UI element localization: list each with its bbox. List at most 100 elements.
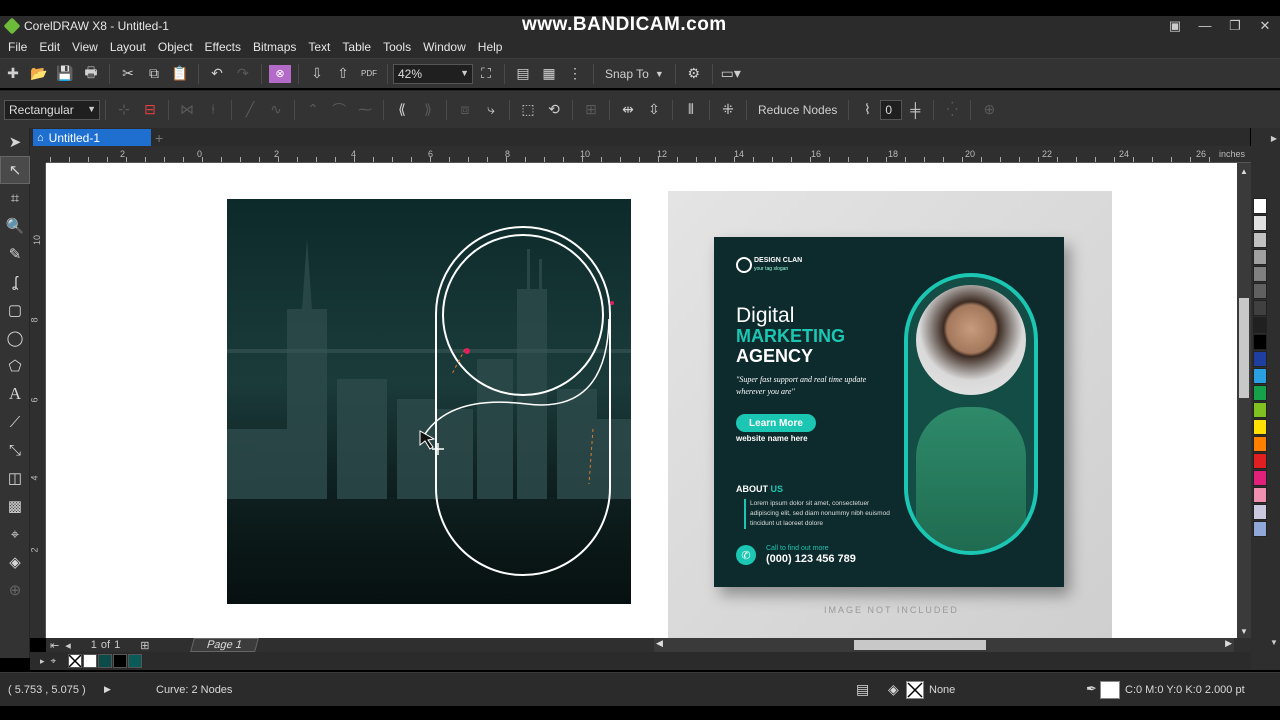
add-tool-icon[interactable]: ⊕: [0, 576, 30, 604]
undo-icon[interactable]: ↶: [206, 63, 228, 85]
previous-page-icon[interactable]: ◂: [65, 639, 71, 652]
curve-smoothness-icon[interactable]: ⌇: [856, 99, 878, 121]
align-nodes-icon[interactable]: ⊞: [580, 99, 602, 121]
palette-swatch[interactable]: [1253, 487, 1267, 503]
scroll-right-icon[interactable]: ▶: [1225, 638, 1232, 649]
swatch-dark-teal[interactable]: [98, 654, 113, 668]
palette-swatch[interactable]: [1253, 317, 1267, 333]
show-guidelines-icon[interactable]: ⋮: [564, 63, 586, 85]
horizontal-ruler[interactable]: 2 0 2 4 6 8 10 12 14 16 18 20 22 24 26 i…: [46, 146, 1251, 163]
menu-table[interactable]: Table: [336, 40, 377, 54]
menu-help[interactable]: Help: [472, 40, 509, 54]
publish-pdf-icon[interactable]: PDF: [358, 63, 380, 85]
palette-swatch[interactable]: [1253, 368, 1267, 384]
palette-swatch[interactable]: [1253, 351, 1267, 367]
add-node-icon[interactable]: ⊹: [113, 99, 135, 121]
paste-icon[interactable]: 📋: [169, 63, 191, 85]
page-tab[interactable]: Page 1: [190, 638, 259, 652]
cusp-node-icon[interactable]: ⌃: [302, 99, 324, 121]
palette-scroll-down-icon[interactable]: ▼: [1268, 638, 1280, 647]
scroll-left-icon[interactable]: ◀: [656, 638, 663, 649]
to-line-icon[interactable]: ╱: [239, 99, 261, 121]
text-tool-icon[interactable]: A: [0, 380, 30, 408]
palette-swatch[interactable]: [1253, 453, 1267, 469]
search-content-icon[interactable]: ⊗: [269, 64, 291, 83]
connector-tool-icon[interactable]: ⤡: [0, 436, 30, 464]
curve-smoothness-input[interactable]: 0: [880, 99, 903, 120]
smoothness-slider-icon[interactable]: ╪: [904, 99, 926, 121]
fill-indicator-icon[interactable]: ◈: [888, 681, 899, 698]
pick-tool-icon[interactable]: ➤: [0, 128, 30, 156]
palette-swatch[interactable]: [1253, 334, 1267, 350]
maximize-button[interactable]: ❐: [1220, 16, 1250, 36]
new-document-icon[interactable]: ✚: [2, 63, 24, 85]
join-nodes-icon[interactable]: ⋈: [176, 99, 198, 121]
zoom-tool-icon[interactable]: 🔍: [0, 212, 30, 240]
rotate-nodes-icon[interactable]: ⟲: [543, 99, 565, 121]
outline-color-swatch[interactable]: [1100, 681, 1120, 699]
palette-expand-icon[interactable]: ▸: [40, 656, 45, 667]
horizontal-scroll-thumb[interactable]: [854, 640, 986, 650]
swatch-black[interactable]: [113, 654, 128, 668]
document-tab[interactable]: ⌂ Untitled-1: [33, 129, 151, 146]
palette-swatch[interactable]: [1253, 521, 1267, 537]
scroll-up-icon[interactable]: ▲: [1237, 167, 1251, 176]
show-grid-icon[interactable]: ▦: [538, 63, 560, 85]
menu-window[interactable]: Window: [417, 40, 472, 54]
menu-layout[interactable]: Layout: [104, 40, 152, 54]
artistic-media-tool-icon[interactable]: ʆ: [0, 268, 30, 296]
menu-file[interactable]: File: [2, 40, 33, 54]
menu-text[interactable]: Text: [302, 40, 336, 54]
symmetrical-node-icon[interactable]: ⁓: [354, 99, 376, 121]
scroll-down-icon[interactable]: ▼: [1237, 627, 1251, 636]
rectangle-tool-icon[interactable]: ▢: [0, 296, 30, 324]
export-icon[interactable]: ⇧: [332, 63, 354, 85]
stretch-nodes-icon[interactable]: ⬚: [517, 99, 539, 121]
menu-edit[interactable]: Edit: [33, 40, 66, 54]
selection-mode-select[interactable]: Rectangular ▼: [4, 99, 100, 120]
color-proof-icon[interactable]: ▤: [856, 681, 869, 698]
freehand-tool-icon[interactable]: ✎: [0, 240, 30, 268]
delete-node-icon[interactable]: ⊟: [139, 99, 161, 121]
extract-subpath-icon[interactable]: ⧈: [454, 99, 476, 121]
palette-scroll-up-icon[interactable]: ▶: [1268, 134, 1280, 143]
import-icon[interactable]: ⇩: [306, 63, 328, 85]
extend-curve-icon[interactable]: ⟫: [417, 99, 439, 121]
swatch-teal[interactable]: [128, 654, 143, 668]
reverse-direction-icon[interactable]: ⟪: [391, 99, 413, 121]
close-button[interactable]: ✕: [1250, 16, 1280, 36]
menu-tools[interactable]: Tools: [377, 40, 417, 54]
palette-swatch[interactable]: [1253, 300, 1267, 316]
swatch-white[interactable]: [83, 654, 98, 668]
snap-to-dropdown[interactable]: Snap To ▼: [601, 63, 668, 85]
cut-icon[interactable]: ✂: [117, 63, 139, 85]
select-all-nodes-icon[interactable]: ⁜: [717, 99, 739, 121]
palette-swatch[interactable]: [1253, 266, 1267, 282]
menu-view[interactable]: View: [66, 40, 104, 54]
to-curve-icon[interactable]: ∿: [265, 99, 287, 121]
options-gear-icon[interactable]: ⚙: [683, 63, 705, 85]
menu-object[interactable]: Object: [152, 40, 199, 54]
mirror-vertical-icon[interactable]: ⇳: [643, 99, 665, 121]
palette-swatch[interactable]: [1253, 436, 1267, 452]
break-curve-icon[interactable]: ⫮: [202, 99, 224, 121]
drawing-canvas[interactable]: DESIGN CLAN your tag slogan Digital MARK…: [46, 163, 1237, 638]
vertical-ruler[interactable]: 10 8 6 4 2: [30, 163, 46, 638]
redo-icon[interactable]: ↷: [232, 63, 254, 85]
elastic-mode-icon[interactable]: ⫴: [680, 99, 702, 121]
vertical-scrollbar[interactable]: ▲ ▼: [1237, 163, 1251, 638]
copy-icon[interactable]: ⧉: [143, 63, 165, 85]
ellipse-tool-icon[interactable]: ◯: [0, 324, 30, 352]
add-tab-icon[interactable]: +: [155, 130, 163, 146]
menu-bitmaps[interactable]: Bitmaps: [247, 40, 302, 54]
reduce-nodes-button[interactable]: Reduce Nodes: [754, 99, 841, 121]
palette-swatch[interactable]: [1253, 283, 1267, 299]
polygon-tool-icon[interactable]: ⬠: [0, 352, 30, 380]
palette-swatch[interactable]: [1253, 249, 1267, 265]
palette-swatch[interactable]: [1253, 504, 1267, 520]
vertical-scroll-thumb[interactable]: [1239, 298, 1249, 398]
transparency-tool-icon[interactable]: ▩: [0, 492, 30, 520]
palette-swatch[interactable]: [1253, 215, 1267, 231]
print-icon[interactable]: 🖶: [80, 63, 102, 85]
mirror-horizontal-icon[interactable]: ⇹: [617, 99, 639, 121]
